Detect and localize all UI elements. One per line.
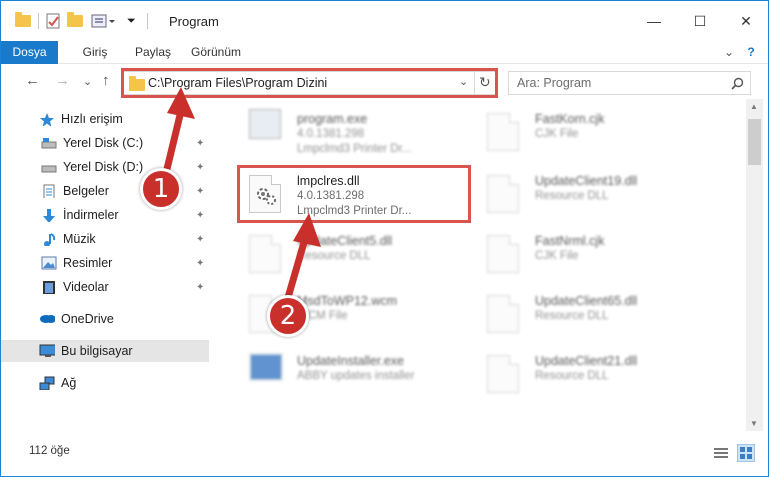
arrow-2-head — [293, 213, 321, 247]
arrow-1-head — [167, 87, 195, 119]
annotation-arrows — [163, 87, 321, 302]
arrow-1-shaft — [163, 110, 185, 170]
arrow-2-shaft — [283, 238, 309, 302]
explorer-window: ⏷ Program — ☐ ✕ Dosya Giriş Paylaş Görün… — [0, 0, 769, 477]
callout-badge-2: 2 — [267, 295, 309, 337]
callout-badge-1: 1 — [140, 168, 182, 210]
